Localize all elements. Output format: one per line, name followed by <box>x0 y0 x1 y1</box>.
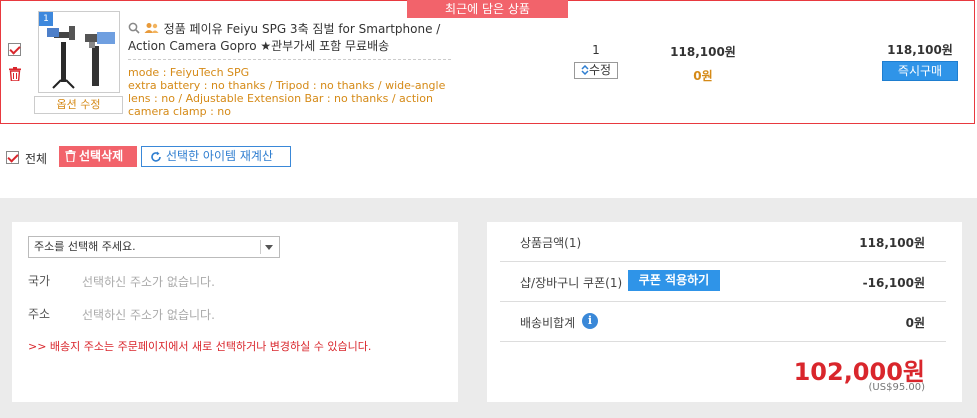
coupon-label: 샵/장바구니 쿠폰(1) <box>520 276 623 290</box>
product-amount-label: 상품금액(1) <box>520 236 582 250</box>
address-select-value: 주소를 선택해 주세요. <box>34 240 136 253</box>
address-select[interactable]: 주소를 선택해 주세요. <box>28 236 280 258</box>
buy-now-button[interactable]: 즉시구매 <box>882 61 958 81</box>
country-label: 국가 <box>28 274 51 288</box>
recalculate-button[interactable]: 선택한 아이템 재계산 <box>141 146 291 167</box>
item-discount: 0원 <box>693 69 713 83</box>
option-edit-button[interactable]: 옵션 수정 <box>34 96 123 114</box>
grand-total-usd: (US$95.00) <box>868 382 925 393</box>
summary-divider <box>500 301 946 302</box>
delete-selected-button[interactable]: 선택삭제 <box>59 146 137 167</box>
trash-icon <box>65 150 76 162</box>
product-options: mode : FeiyuTech SPG extra battery : no … <box>128 66 458 118</box>
product-amount-value: 118,100원 <box>859 236 925 250</box>
shipping-label: 배송비합계 <box>520 316 576 330</box>
option-line: lens : no / Adjustable Extension Bar : n… <box>128 92 433 105</box>
up-down-arrow-icon <box>581 64 589 76</box>
delete-selected-label: 선택삭제 <box>79 149 124 163</box>
summary-divider <box>500 341 946 342</box>
summary-divider <box>500 261 946 262</box>
chevron-down-icon <box>265 245 273 250</box>
refresh-icon <box>151 151 161 162</box>
info-icon[interactable]: i <box>582 313 598 329</box>
item-total: 118,100원 <box>887 43 953 57</box>
country-value: 선택하신 주소가 없습니다. <box>82 275 215 289</box>
trash-icon[interactable] <box>9 67 21 81</box>
address-label: 주소 <box>28 307 51 321</box>
address-notice: >> 배송지 주소는 주문페이지에서 새로 선택하거나 변경하실 수 있습니다. <box>28 340 372 353</box>
image-index-badge: 1 <box>39 12 53 26</box>
item-price: 118,100원 <box>670 45 736 59</box>
product-title-row: 정품 페이유 Feiyu SPG 3축 짐벌 for Smartphone / … <box>128 21 454 54</box>
product-title[interactable]: 정품 페이유 Feiyu SPG 3축 짐벌 for Smartphone / … <box>128 22 440 53</box>
option-line: camera clamp : no <box>128 105 231 118</box>
address-value: 선택하신 주소가 없습니다. <box>82 308 215 322</box>
option-line: extra battery : no thanks / Tripod : no … <box>128 79 446 92</box>
select-all-checkbox[interactable] <box>6 151 19 164</box>
option-line: mode : FeiyuTech SPG <box>128 66 250 79</box>
apply-coupon-button[interactable]: 쿠폰 적용하기 <box>628 270 720 291</box>
quantity-value: 1 <box>592 43 600 57</box>
shipping-value: 0원 <box>905 316 925 330</box>
seller-icon[interactable] <box>144 22 160 34</box>
select-all-label[interactable]: 전체 <box>25 150 47 167</box>
quantity-edit-button[interactable]: 수정 <box>574 62 618 79</box>
quantity-edit-label: 수정 <box>588 63 612 77</box>
title-divider <box>128 59 451 60</box>
item-checkbox[interactable] <box>8 43 21 56</box>
recently-added-tag: 최근에 담은 상품 <box>407 0 568 18</box>
search-icon[interactable] <box>128 22 140 34</box>
product-thumbnail[interactable]: 1 <box>38 11 120 93</box>
coupon-value: -16,100원 <box>862 276 925 290</box>
recalculate-label: 선택한 아이템 재계산 <box>166 149 273 163</box>
